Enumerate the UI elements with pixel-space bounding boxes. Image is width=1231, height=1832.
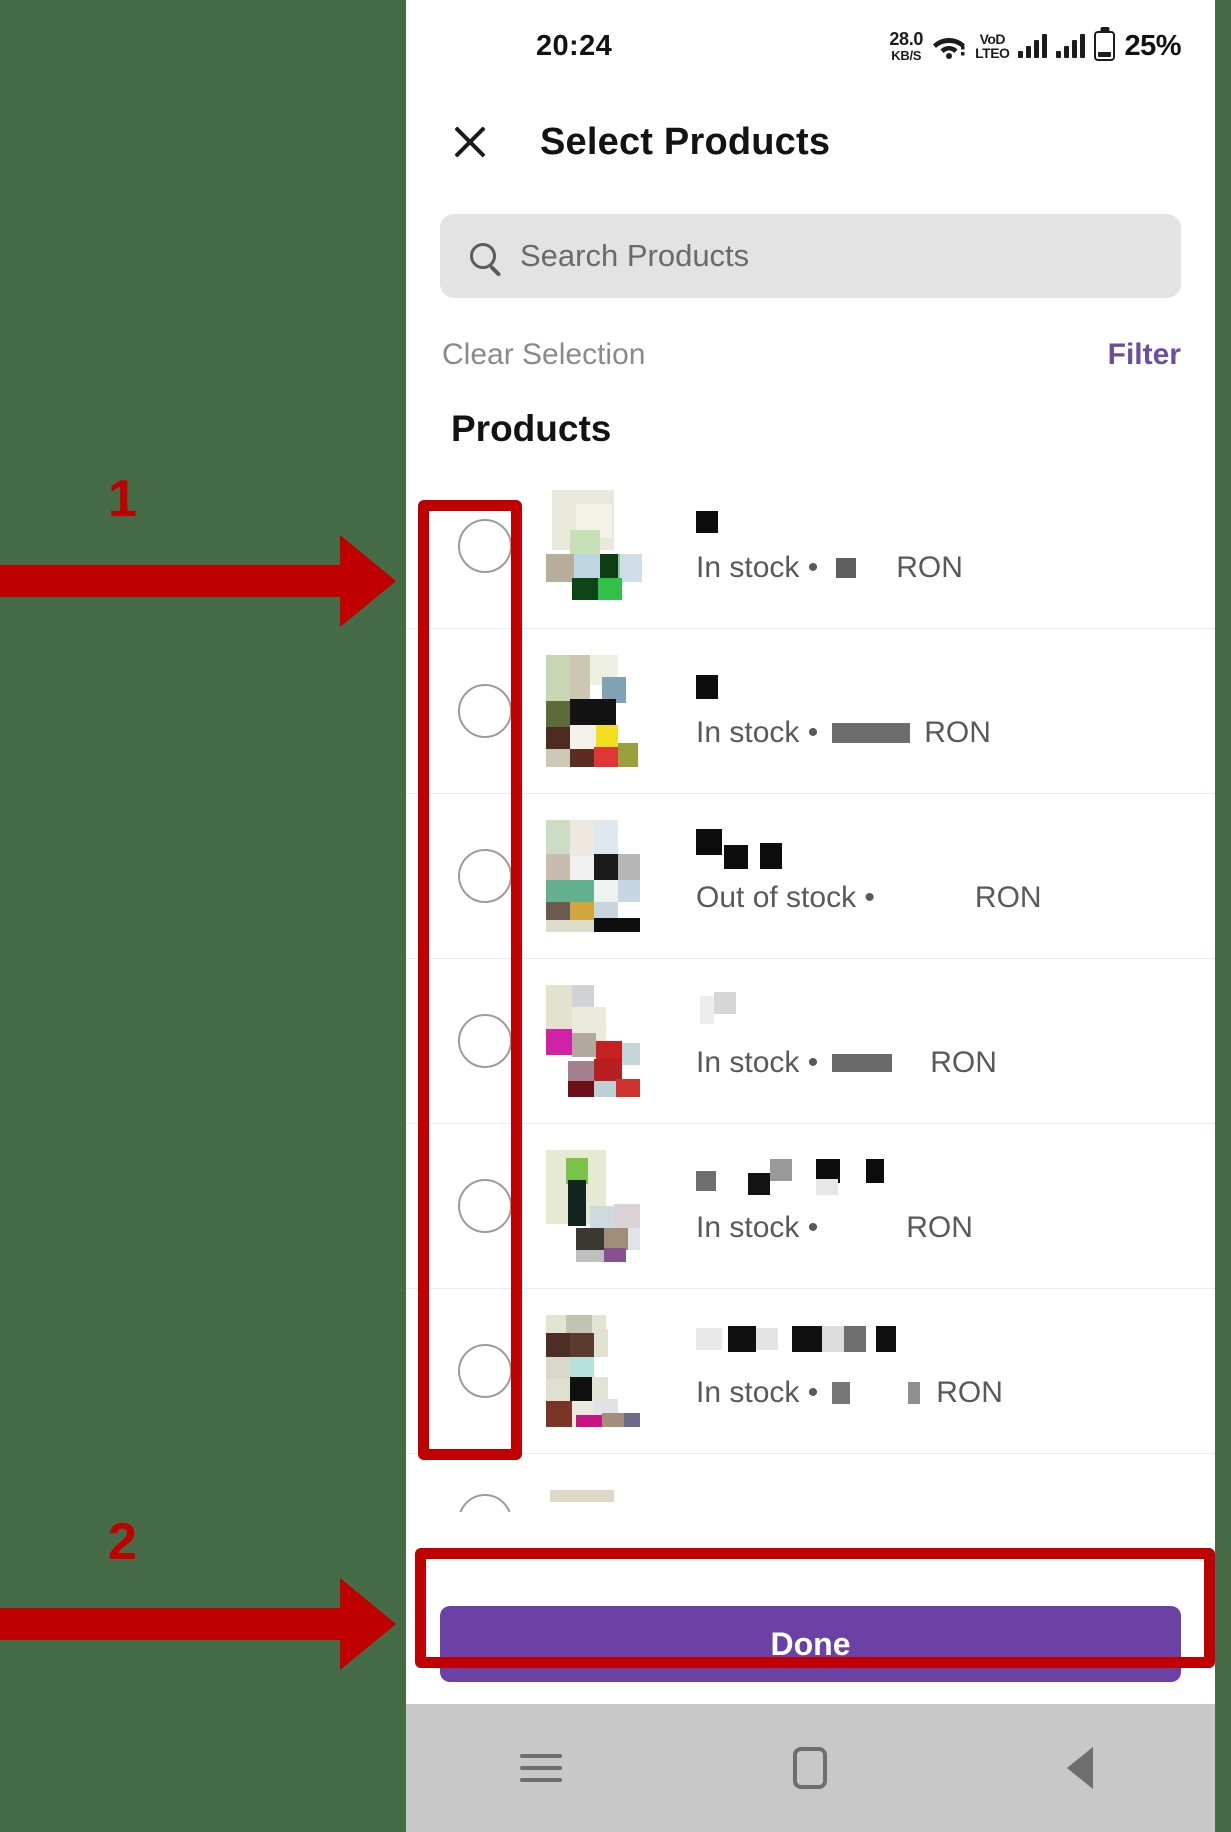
product-checkbox[interactable] [458,849,512,903]
product-thumbnail [546,490,642,602]
product-price-redacted [836,558,857,578]
product-price-redacted [832,723,911,743]
battery-icon [1094,31,1116,61]
product-thumbnail [546,1315,642,1427]
table-row[interactable]: In stock • RON [406,629,1215,794]
product-thumbnail [546,985,642,1097]
menu-icon[interactable] [506,1733,576,1803]
home-icon[interactable] [775,1733,845,1803]
table-row[interactable]: In stock • RON [406,1124,1215,1289]
product-currency: RON [924,716,991,749]
signal-bars-icon-2 [1056,34,1086,58]
close-icon[interactable] [450,122,490,162]
battery-percent: 25% [1124,29,1181,62]
product-checkbox[interactable] [458,1344,512,1398]
product-meta: In stock • RON [696,1376,1215,1410]
product-stock-status: In stock • [696,1046,819,1079]
product-thumbnail [546,655,642,767]
product-currency: RON [930,1046,997,1079]
product-checkbox[interactable] [458,1014,512,1068]
product-info: In stock • RON [696,1326,1215,1410]
product-meta: In stock • RON [696,551,1215,585]
product-thumbnail [546,1150,642,1262]
product-name-redacted [696,1326,956,1362]
app-bar: Select Products [406,92,1215,192]
product-meta: Out of stock • RON [696,881,1215,915]
product-stock-status: In stock • [696,551,819,584]
search-placeholder: Search Products [520,238,750,273]
product-name-redacted [696,1159,946,1197]
annotation-arrow-2: 2 [0,1513,396,1670]
product-checkbox[interactable] [458,684,512,738]
product-name-redacted [696,672,1215,702]
product-checkbox[interactable] [458,519,512,573]
annotation-number-1: 1 [108,470,137,528]
annotation-arrow-1: 1 [0,470,396,627]
product-info: Out of stock • RON [696,829,1215,915]
table-row[interactable]: In stock • RON [406,1289,1215,1454]
status-bar: 20:24 28.0 KB/S VoD LTEO 25% [406,0,1215,92]
product-checkbox[interactable] [458,1494,512,1512]
network-speed-indicator: 28.0 KB/S [889,30,923,62]
list-actions: Clear Selection Filter [406,298,1215,372]
table-row[interactable]: In stock • RON [406,959,1215,1124]
table-row-partial[interactable] [406,1454,1215,1512]
product-currency: RON [974,881,1042,914]
product-price-redacted [832,1054,893,1072]
volte-bottom-label: LTEO [975,45,1010,61]
search-section: Search Products [406,192,1215,298]
table-row[interactable]: In stock • RON [406,464,1215,629]
product-info: In stock • RON [696,507,1215,585]
product-checkbox[interactable] [458,1179,512,1233]
product-meta: In stock • RON [696,716,1215,750]
annotation-number-2: 2 [108,1513,137,1571]
clear-selection-button[interactable]: Clear Selection [442,338,645,372]
product-meta: In stock • RON [696,1211,1215,1245]
search-input[interactable]: Search Products [440,214,1181,298]
network-speed-unit: KB/S [891,48,922,63]
product-price-redacted [832,1382,851,1404]
wifi-icon [933,38,966,59]
done-button[interactable]: Done [440,1606,1181,1682]
product-stock-status: In stock • [696,1211,819,1244]
product-stock-status: In stock • [696,716,819,749]
product-stock-status: In stock • [696,1376,819,1409]
product-currency: RON [896,551,963,584]
bottom-action-bar: Done [406,1590,1215,1704]
product-currency: RON [906,1211,973,1244]
product-meta: In stock • RON [696,1046,1215,1080]
product-name-redacted [696,992,816,1032]
network-speed-value: 28.0 [889,29,924,49]
product-info: In stock • RON [696,672,1215,750]
product-currency: RON [936,1376,1003,1409]
product-info: In stock • RON [696,1159,1215,1245]
status-icons: 28.0 KB/S VoD LTEO 25% [889,30,1181,63]
page-title: Select Products [540,120,831,163]
product-list: In stock • RON In stock • RON Out of sto… [406,464,1215,1512]
product-info: In stock • RON [696,992,1215,1080]
table-row[interactable]: Out of stock • RON [406,794,1215,959]
signal-bars-icon-1 [1018,34,1048,58]
product-stock-status: Out of stock • [696,881,875,914]
back-icon[interactable] [1045,1733,1115,1803]
volte-icon: VoD LTEO [975,31,1010,61]
product-name-redacted [696,507,1215,537]
filter-button[interactable]: Filter [1108,338,1181,372]
section-title-products: Products [451,408,612,449]
search-icon [470,243,496,269]
product-thumbnail [546,820,642,932]
android-nav-bar [406,1704,1215,1832]
product-price-redacted-2 [908,1382,921,1404]
phone-screen: 20:24 28.0 KB/S VoD LTEO 25% Select Prod… [406,0,1215,1832]
product-name-redacted [696,829,856,869]
status-time: 20:24 [536,29,613,62]
volte-top-label: VoD [979,31,1006,47]
product-thumbnail [546,1454,642,1502]
